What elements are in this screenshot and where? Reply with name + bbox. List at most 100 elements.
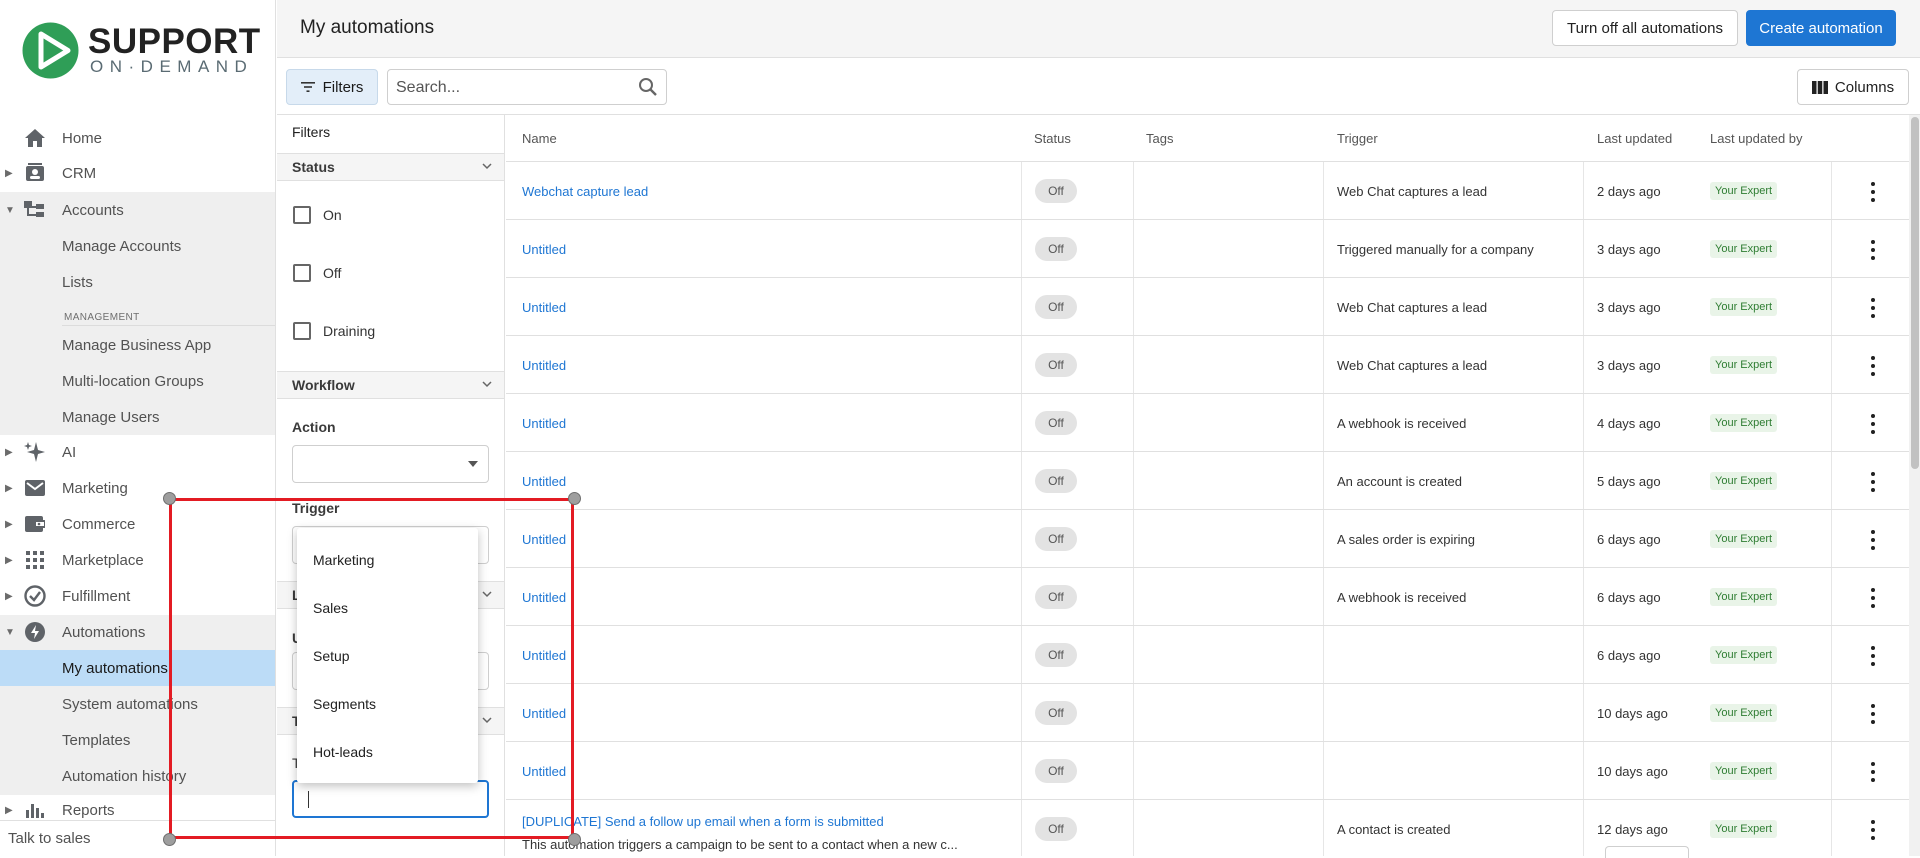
table-row[interactable]: Webchat capture lead Off Web Chat captures… [506,162,1909,220]
table-row[interactable]: [DUPLICATE] Send a follow up email when … [506,800,1909,856]
automation-name-link[interactable]: Untitled [522,358,566,373]
more-options-icon[interactable] [1867,704,1879,724]
brand-logo[interactable]: SUPPORT ON·DEMAND [22,22,262,79]
updated-by-badge: Your Expert [1710,530,1778,548]
scrollbar-thumb[interactable] [1911,117,1919,469]
checkbox[interactable] [293,264,311,282]
more-options-icon[interactable] [1867,762,1879,782]
sidebar-item-label: Manage Accounts [62,237,182,255]
filter-lines-icon [300,82,315,92]
sidebar-item-label: CRM [62,164,97,182]
column-header-tags[interactable]: Tags [1146,131,1173,146]
columns-button[interactable]: Columns [1797,69,1909,105]
selection-rectangle[interactable] [169,498,574,839]
column-header-last-updated-by[interactable]: Last updated by [1710,131,1803,146]
updated-by-badge: Your Expert [1710,646,1778,664]
workflow-section-title: Workflow [292,377,355,393]
status-option-draining[interactable]: Draining [293,320,375,342]
status-section-header[interactable]: Status [277,153,504,181]
automation-name-link[interactable]: Untitled [522,300,566,315]
status-chip: Off [1035,353,1077,377]
sidebar-item-label: Accounts [62,201,124,219]
sidebar-item-manage-users[interactable]: Manage Users [0,399,275,435]
last-updated-cell: 3 days ago [1597,242,1661,257]
status-chip: Off [1035,643,1077,667]
more-options-icon[interactable] [1867,646,1879,666]
sidebar-item-manage-business-app[interactable]: Manage Business App [0,327,275,363]
sidebar-item-accounts[interactable]: ▼ Accounts [0,192,275,228]
table-row[interactable]: Untitled Off A webhook is received 6 days a… [506,568,1909,626]
column-header-last-updated[interactable]: Last updated [1597,131,1672,146]
status-option-off[interactable]: Off [293,262,341,284]
status-chip: Off [1035,759,1077,783]
more-options-icon[interactable] [1867,530,1879,550]
automation-name-link[interactable]: Untitled [522,242,566,257]
more-options-icon[interactable] [1867,298,1879,318]
column-header-name[interactable]: Name [522,131,557,146]
sidebar-item-manage-accounts[interactable]: Manage Accounts [0,228,275,264]
table-row[interactable]: Untitled Off Triggered manually for a comp… [506,220,1909,278]
updated-by-badge: Your Expert [1710,298,1778,316]
caret-down-icon: ▼ [5,626,15,638]
sidebar-item-crm[interactable]: ▶ CRM [0,155,275,191]
more-options-icon[interactable] [1867,356,1879,376]
sidebar-item-lists[interactable]: Lists [0,264,275,300]
more-options-icon[interactable] [1867,820,1879,840]
caret-right-icon: ▶ [5,446,13,458]
page-header: My automations Turn off all automations … [277,0,1920,58]
sidebar-item-home[interactable]: Home [0,120,275,156]
more-options-icon[interactable] [1867,414,1879,434]
wallet-icon [24,513,46,535]
checkbox[interactable] [293,206,311,224]
automation-name-link[interactable]: Untitled [522,416,566,431]
table-row[interactable]: Untitled Off 10 days ago Your Expert [506,742,1909,800]
updated-by-badge: Your Expert [1710,472,1778,490]
filter-panel-title: Filters [292,124,331,140]
resize-handle-top-right[interactable] [568,492,581,505]
action-select[interactable] [292,445,489,483]
pagination-control[interactable] [1605,846,1689,858]
resize-handle-top-left[interactable] [163,492,176,505]
caret-right-icon: ▶ [5,518,13,530]
sidebar-item-label: Lists [62,273,93,291]
more-options-icon[interactable] [1867,240,1879,260]
sidebar-item-label: Marketplace [62,551,144,569]
sidebar-item-multi-location-groups[interactable]: Multi-location Groups [0,363,275,399]
columns-button-label: Columns [1834,78,1895,96]
more-options-icon[interactable] [1867,588,1879,608]
sidebar-item-ai[interactable]: ▶ AI [0,434,275,470]
workflow-section-header[interactable]: Workflow [277,371,504,399]
table-row[interactable]: Untitled Off An account is created 5 days a… [506,452,1909,510]
table-row[interactable]: Untitled Off Web Chat captures a lead 3 day… [506,336,1909,394]
resize-handle-bottom-left[interactable] [163,833,176,846]
sidebar-item-label: Home [62,129,103,147]
table-row[interactable]: Untitled Off 6 days ago Your Expert [506,626,1909,684]
turn-off-all-button[interactable]: Turn off all automations [1552,10,1738,46]
automation-name-link[interactable]: [DUPLICATE] Send a follow up email when … [522,814,884,829]
last-updated-cell: 2 days ago [1597,184,1661,199]
automation-name-link[interactable]: Webchat capture lead [522,184,648,199]
table-row[interactable]: Untitled Off Web Chat captures a lead 3 day… [506,278,1909,336]
sidebar-item-label: Commerce [62,515,136,533]
more-options-icon[interactable] [1867,182,1879,202]
column-header-status[interactable]: Status [1034,131,1071,146]
chevron-down-icon [482,163,492,170]
table-row[interactable]: Untitled Off A webhook is received 4 days a… [506,394,1909,452]
resize-handle-bottom-right[interactable] [568,833,581,846]
filters-button[interactable]: Filters [286,69,378,105]
updated-by-badge: Your Expert [1710,704,1778,722]
status-option-on[interactable]: On [293,204,342,226]
column-header-trigger[interactable]: Trigger [1337,131,1378,146]
search-input[interactable] [396,77,626,99]
check-circle-icon [24,585,46,607]
status-chip: Off [1035,701,1077,725]
automation-name-link[interactable]: Untitled [522,474,566,489]
table-row[interactable]: Untitled Off A sales order is expiring 6 da… [506,510,1909,568]
bar-chart-icon [24,799,46,821]
more-options-icon[interactable] [1867,472,1879,492]
checkbox[interactable] [293,322,311,340]
table-row[interactable]: Untitled Off 10 days ago Your Expert [506,684,1909,742]
search-box[interactable] [387,69,667,105]
create-automation-button[interactable]: Create automation [1746,10,1896,46]
sidebar-item-label: Marketing [62,479,128,497]
